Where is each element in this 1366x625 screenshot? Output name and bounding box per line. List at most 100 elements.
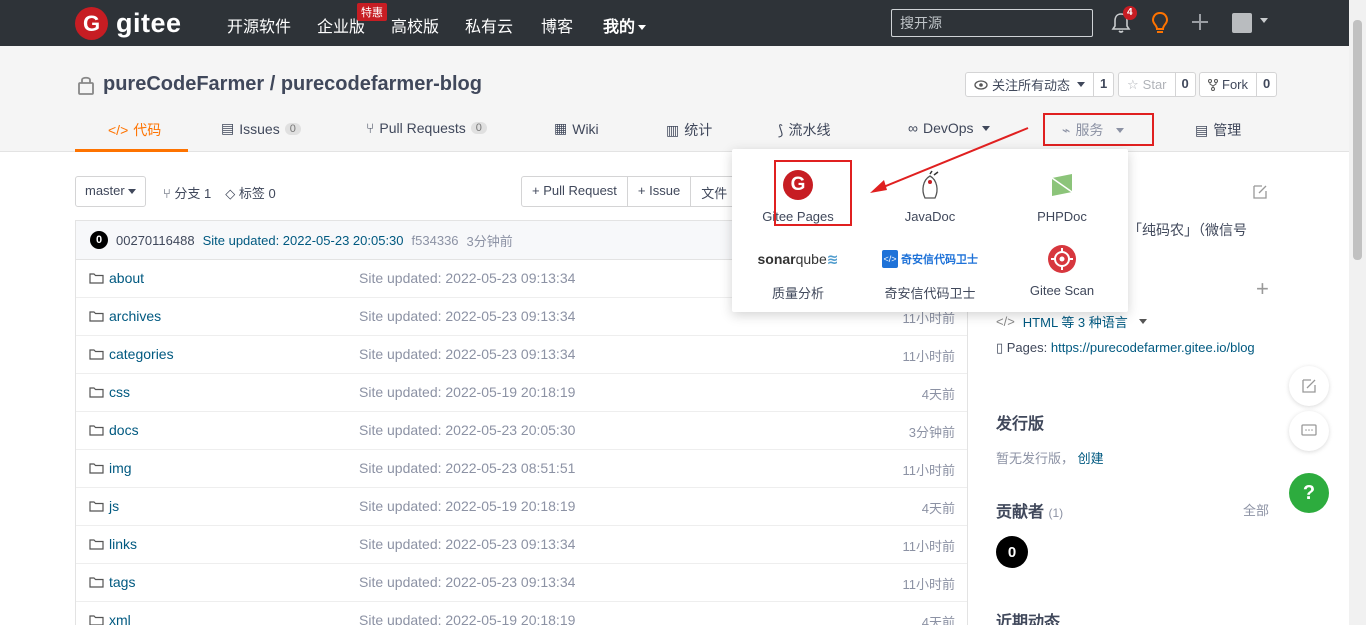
file-commit-message[interactable]: Site updated: 2022-05-23 09:13:34 xyxy=(359,574,575,590)
file-name-link[interactable]: xml xyxy=(89,612,131,625)
file-name-link[interactable]: links xyxy=(89,536,137,552)
file-name-link[interactable]: categories xyxy=(89,346,174,362)
plus-icon[interactable]: + xyxy=(1256,276,1269,302)
folder-icon xyxy=(89,425,104,436)
tab-label: Issues xyxy=(239,120,280,137)
service-gitee-scan[interactable]: Gitee Scan xyxy=(997,241,1127,298)
folder-icon xyxy=(89,539,104,550)
nav-education[interactable]: 高校版 xyxy=(391,13,439,37)
services-highlight-box xyxy=(1043,113,1154,146)
chevron-down-icon[interactable] xyxy=(1260,18,1268,23)
watch-button[interactable]: 关注所有动态 xyxy=(966,73,1093,96)
watch-button-group[interactable]: 关注所有动态 1 xyxy=(965,72,1115,97)
branch-info: ⑂ 分支 1 ◇ 标签 0 xyxy=(163,183,276,202)
tab-wiki[interactable]: ▦ Wiki xyxy=(554,120,599,137)
file-commit-message[interactable]: Site updated: 2022-05-19 20:18:19 xyxy=(359,498,575,514)
file-name: img xyxy=(109,460,132,476)
branches-link[interactable]: ⑂ 分支 1 xyxy=(163,183,211,202)
star-button[interactable]: ☆ Star xyxy=(1119,73,1175,96)
star-button-group[interactable]: ☆ Star 0 xyxy=(1118,72,1196,97)
nav-open-source[interactable]: 开源软件 xyxy=(227,13,291,37)
file-commit-message[interactable]: Site updated: 2022-05-23 08:51:51 xyxy=(359,460,575,476)
qianxin-logo-text: 奇安信代码卫士 xyxy=(901,254,978,266)
table-row[interactable]: categories Site updated: 2022-05-23 09:13… xyxy=(76,336,967,374)
file-name-link[interactable]: about xyxy=(89,270,144,286)
star-count[interactable]: 0 xyxy=(1174,73,1195,96)
table-row[interactable]: docs Site updated: 2022-05-23 20:05:30 3分钟… xyxy=(76,412,967,450)
table-row[interactable]: img Site updated: 2022-05-23 08:51:51 11小时… xyxy=(76,450,967,488)
file-name-link[interactable]: css xyxy=(89,384,130,400)
file-commit-message[interactable]: Site updated: 2022-05-23 09:13:34 xyxy=(359,536,575,552)
action-button-group: + Pull Request + Issue 文件 xyxy=(521,176,739,207)
service-quality-analysis[interactable]: sonar qube ≋ 质量分析 xyxy=(733,241,863,302)
plus-icon[interactable] xyxy=(1189,11,1211,33)
nav-private-cloud[interactable]: 私有云 xyxy=(465,13,513,37)
sonar-wave-icon: ≋ xyxy=(826,250,839,267)
help-button[interactable]: ? xyxy=(1289,473,1329,513)
user-avatar[interactable] xyxy=(1232,13,1252,33)
search-input[interactable] xyxy=(891,9,1093,37)
service-qianxin[interactable]: </> 奇安信代码卫士 奇安信代码卫士 xyxy=(865,241,995,302)
contributor-avatar[interactable]: 0 xyxy=(996,536,1028,568)
tab-pipeline[interactable]: ⟆ 流水线 xyxy=(778,120,830,140)
tab-pull-requests[interactable]: ⑂ Pull Requests 0 xyxy=(366,120,487,136)
wiki-icon: ▦ xyxy=(554,120,568,136)
commit-author[interactable]: 00270116488 xyxy=(116,233,195,248)
edit-icon[interactable] xyxy=(1252,184,1268,200)
repo-name-link[interactable]: purecodefarmer-blog xyxy=(281,73,482,96)
nav-mine[interactable]: 我的 xyxy=(603,13,647,37)
language-label: HTML 等 3 种语言 xyxy=(1022,315,1128,330)
file-commit-message[interactable]: Site updated: 2022-05-23 09:13:34 xyxy=(359,308,575,324)
file-name-link[interactable]: img xyxy=(89,460,132,476)
table-row[interactable]: js Site updated: 2022-05-19 20:18:19 4天前 xyxy=(76,488,967,526)
service-label: 质量分析 xyxy=(771,286,824,301)
pages-label: Pages: xyxy=(1006,340,1048,355)
language-selector[interactable]: </> HTML 等 3 种语言 xyxy=(996,312,1147,331)
file-commit-time: 4天前 xyxy=(921,615,955,625)
file-name-link[interactable]: archives xyxy=(89,308,161,324)
tab-code[interactable]: </> 代码 xyxy=(108,120,161,140)
file-name-link[interactable]: docs xyxy=(89,422,139,438)
tab-issues[interactable]: ▤ Issues 0 xyxy=(221,120,301,137)
file-commit-message[interactable]: Site updated: 2022-05-23 09:13:34 xyxy=(359,270,575,286)
file-name-link[interactable]: tags xyxy=(89,574,135,590)
gitee-logo[interactable]: G gitee xyxy=(75,7,182,40)
table-row[interactable]: xml Site updated: 2022-05-19 20:18:19 4天前 xyxy=(76,602,967,625)
nav-blog[interactable]: 博客 xyxy=(541,13,573,37)
chat-button[interactable] xyxy=(1289,411,1329,451)
pages-url-link[interactable]: https://purecodefarmer.gitee.io/blog xyxy=(1051,340,1255,355)
file-name-link[interactable]: js xyxy=(89,498,119,514)
scrollbar-thumb[interactable] xyxy=(1353,20,1362,260)
fork-count[interactable]: 0 xyxy=(1256,73,1276,96)
commit-hash[interactable]: f534336 xyxy=(412,233,459,248)
table-row[interactable]: links Site updated: 2022-05-23 09:13:34 11… xyxy=(76,526,967,564)
table-row[interactable]: tags Site updated: 2022-05-23 09:13:34 11小… xyxy=(76,564,967,602)
file-commit-message[interactable]: Site updated: 2022-05-23 09:13:34 xyxy=(359,346,575,362)
feedback-button[interactable] xyxy=(1289,366,1329,406)
contributors-all-link[interactable]: 全部 xyxy=(1243,500,1269,519)
tab-manage[interactable]: ▤ 管理 xyxy=(1195,120,1241,140)
table-row[interactable]: css Site updated: 2022-05-19 20:18:19 4天前 xyxy=(76,374,967,412)
create-release-link[interactable]: 创建 xyxy=(1078,451,1104,466)
sonarqube-logo: sonar qube ≋ xyxy=(757,250,839,268)
file-commit-message[interactable]: Site updated: 2022-05-23 20:05:30 xyxy=(359,422,575,438)
page-scrollbar[interactable] xyxy=(1349,0,1366,625)
repo-owner-link[interactable]: pureCodeFarmer xyxy=(103,73,264,96)
folder-icon xyxy=(89,311,104,322)
tags-link[interactable]: ◇ 标签 0 xyxy=(225,183,275,202)
fork-button[interactable]: Fork xyxy=(1200,73,1256,96)
folder-icon xyxy=(89,615,104,625)
tags-label: 标签 0 xyxy=(238,186,276,201)
file-button[interactable]: 文件 xyxy=(691,177,737,206)
file-commit-message[interactable]: Site updated: 2022-05-19 20:18:19 xyxy=(359,612,575,625)
branch-selector[interactable]: master xyxy=(75,176,146,207)
commit-message[interactable]: Site updated: 2022-05-23 20:05:30 xyxy=(203,233,404,248)
new-issue-button[interactable]: + Issue xyxy=(628,177,692,206)
new-pull-request-button[interactable]: + Pull Request xyxy=(522,177,628,206)
avatar[interactable]: 0 xyxy=(90,231,108,249)
file-commit-message[interactable]: Site updated: 2022-05-19 20:18:19 xyxy=(359,384,575,400)
tab-stats[interactable]: ▥ 统计 xyxy=(666,120,712,140)
fork-button-group[interactable]: Fork 0 xyxy=(1199,72,1278,97)
lightbulb-icon[interactable] xyxy=(1150,11,1170,35)
watch-count[interactable]: 1 xyxy=(1093,73,1113,96)
